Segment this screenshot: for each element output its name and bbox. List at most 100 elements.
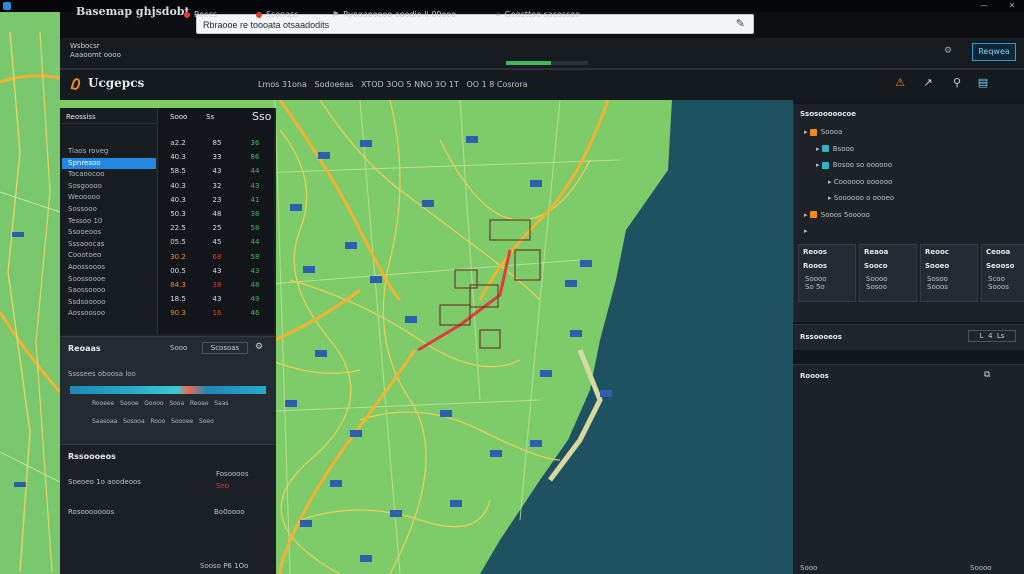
chevron-right-icon[interactable]: ▸ bbox=[816, 161, 822, 169]
layer-color-swatch[interactable] bbox=[809, 128, 817, 136]
card-subtitle: Sooco bbox=[864, 262, 888, 270]
stats-cell: 44 bbox=[250, 167, 260, 176]
summary-card[interactable]: Ceooa Seooso Scoo Sooos bbox=[981, 244, 1024, 302]
stats-cell: 22.5 bbox=[170, 224, 186, 233]
timeline-label: Sooo bbox=[170, 344, 188, 352]
layer-tree-item[interactable]: ▸ Soooooo o oooeo bbox=[828, 192, 894, 204]
toolbar-item-workspace[interactable]: Wsbocsr Aaaoomt oooo bbox=[70, 42, 121, 60]
stats-cell: 43 bbox=[212, 266, 222, 275]
chevron-right-icon[interactable]: ▸ bbox=[804, 211, 810, 219]
summary-card[interactable]: Reooc Sooeo Sosoo Sooos bbox=[920, 244, 978, 302]
timeline-range-select[interactable]: Scosoas bbox=[202, 342, 248, 354]
timeline-bar[interactable] bbox=[70, 386, 266, 394]
stats-cell: 48 bbox=[212, 210, 222, 218]
stats-cell: 44 bbox=[250, 238, 260, 247]
stats-cell: 32 bbox=[212, 181, 222, 190]
notes-footer[interactable]: Sooso P6 1Oo bbox=[200, 562, 248, 570]
layer-tree-header: Ssosooooocoe bbox=[800, 110, 856, 118]
layer-tree-item[interactable]: ▸ Bosoo so oooooo bbox=[816, 159, 892, 171]
chevron-right-icon[interactable]: ▸ bbox=[804, 128, 810, 136]
layer-tree-item[interactable]: ▸ Soooa bbox=[804, 126, 842, 138]
card-value: Sosoo Sooos bbox=[927, 275, 948, 291]
layer-list-item[interactable]: Coootoeo bbox=[62, 250, 156, 261]
alert-dot-icon bbox=[184, 11, 190, 18]
main-toolbar bbox=[0, 38, 1024, 70]
layer-list-item[interactable]: Sossooo bbox=[62, 204, 156, 215]
stats-cell: 16 bbox=[212, 309, 222, 318]
legend-button[interactable]: L 4 Ls bbox=[968, 330, 1016, 342]
stats-cell: 84.3 bbox=[170, 281, 186, 289]
pencil-icon[interactable]: ✎ bbox=[736, 17, 745, 30]
layer-list-item[interactable]: Aossoosoo bbox=[62, 308, 156, 319]
request-button[interactable]: Reqwea bbox=[972, 43, 1016, 61]
stats-cell: 46 bbox=[250, 309, 260, 318]
expand-icon[interactable]: ⧉ bbox=[984, 370, 990, 380]
toolbar-item-geolocation[interactable]: ⌖ Geocttoe sacossoo bbox=[496, 6, 580, 24]
card-value: Scoo Sooos bbox=[988, 275, 1009, 291]
stats-cell: 38 bbox=[250, 210, 260, 218]
layers-panel bbox=[793, 364, 1024, 574]
warning-icon[interactable]: ⚠ bbox=[893, 76, 907, 90]
stats-cell: 45 bbox=[212, 238, 222, 247]
summary-card[interactable]: Reoos Rooos Soooo So 5o bbox=[798, 244, 856, 302]
card-title: Reaoa bbox=[864, 248, 889, 256]
map-metadata: Lmos 31ona Sodoeeas XTOD 3OO 5 NNO 3O 1T… bbox=[258, 80, 528, 89]
stats-cell: 43 bbox=[250, 181, 260, 190]
layer-list-item[interactable]: Tessoo 10 bbox=[62, 216, 156, 227]
layer-tree-item[interactable]: ▸ Bsooo bbox=[816, 143, 854, 155]
layer-list-item[interactable]: Weooooo bbox=[62, 192, 156, 203]
share-icon[interactable]: ↗ bbox=[921, 76, 935, 90]
layer-list-item[interactable]: Saossoooo bbox=[62, 285, 156, 296]
toolbar-item-filters[interactable]: ⚑ Ryoaaooeoo aoodio Ii 00ooe bbox=[332, 6, 456, 24]
summary-card[interactable]: Reaoa Sooco Soooo Sosoo bbox=[859, 244, 917, 302]
layer-color-swatch[interactable] bbox=[821, 161, 829, 169]
layer-list-item[interactable]: Ssooeoos bbox=[62, 227, 156, 238]
toolbar-item-sensors[interactable]: Ssonass bbox=[256, 6, 298, 24]
stats-col-header: Sso bbox=[252, 110, 272, 123]
notes-row-value: Fosoooos bbox=[216, 470, 249, 478]
layer-tree-label: Bsooo bbox=[832, 144, 855, 153]
layer-tree-item[interactable]: ▸ bbox=[804, 225, 808, 237]
layer-list-item[interactable]: Ssdsooooo bbox=[62, 297, 156, 308]
minimize-button[interactable]: — bbox=[978, 1, 990, 11]
notes-row-alert: Seo bbox=[216, 482, 230, 490]
stats-cell: 05.5 bbox=[170, 238, 186, 247]
stats-cell: 38 bbox=[212, 281, 222, 289]
stats-cell: 00.5 bbox=[170, 266, 186, 275]
stats-cell: 49 bbox=[250, 295, 260, 304]
layer-tree-item[interactable]: ▸ Sooos 5ooooo bbox=[804, 209, 870, 221]
toolbar-item-roads[interactable]: Roccs bbox=[184, 6, 217, 24]
map-subbar bbox=[60, 70, 1024, 100]
map-left-strip[interactable] bbox=[0, 12, 60, 574]
stats-cell: 68 bbox=[212, 252, 222, 261]
close-button[interactable]: ✕ bbox=[1006, 1, 1018, 11]
layer-list-item[interactable]: Sssaoocas bbox=[62, 239, 156, 250]
notes-row-label: Rosooooooos bbox=[68, 508, 115, 516]
chevron-right-icon[interactable]: ▸ bbox=[804, 227, 808, 235]
stats-cell: 41 bbox=[250, 195, 260, 204]
stats-cell: 33 bbox=[212, 153, 222, 162]
layer-list-item[interactable]: Aoossooos bbox=[62, 262, 156, 273]
bookmark-icon[interactable]: ⚲ bbox=[950, 76, 964, 90]
card-title: Reoos bbox=[803, 248, 827, 256]
settings-icon[interactable]: ⚙ bbox=[944, 46, 952, 56]
layer-tree-item[interactable]: ▸ Coooooo oooooo bbox=[828, 176, 892, 188]
layer-list-item[interactable]: Sosgoooo bbox=[62, 181, 156, 192]
pin-icon: ⌖ bbox=[496, 10, 501, 19]
layer-list-item[interactable]: Spnresoo bbox=[62, 157, 156, 169]
stats-col-header: Ss bbox=[206, 113, 215, 121]
card-subtitle: Sooeo bbox=[925, 262, 950, 270]
layout-icon[interactable]: ▤ bbox=[976, 76, 990, 90]
card-title: Ceooa bbox=[986, 248, 1011, 256]
layer-color-swatch[interactable] bbox=[809, 211, 817, 218]
layer-list-item[interactable]: Tocaoocoo bbox=[62, 169, 156, 180]
notes-title: Rssoooeos bbox=[68, 452, 116, 461]
layer-list-item[interactable]: Tiaos roveg bbox=[62, 146, 156, 157]
layers-title: Roooos bbox=[800, 372, 829, 380]
stats-cell: a2.2 bbox=[170, 139, 186, 147]
layer-color-swatch[interactable] bbox=[821, 145, 829, 152]
chevron-right-icon[interactable]: ▸ bbox=[816, 145, 822, 153]
gear-icon[interactable]: ⚙ bbox=[255, 342, 263, 352]
layer-list-header: Reossiss bbox=[62, 110, 156, 124]
layer-list-item[interactable]: Soossoooe bbox=[62, 274, 156, 285]
